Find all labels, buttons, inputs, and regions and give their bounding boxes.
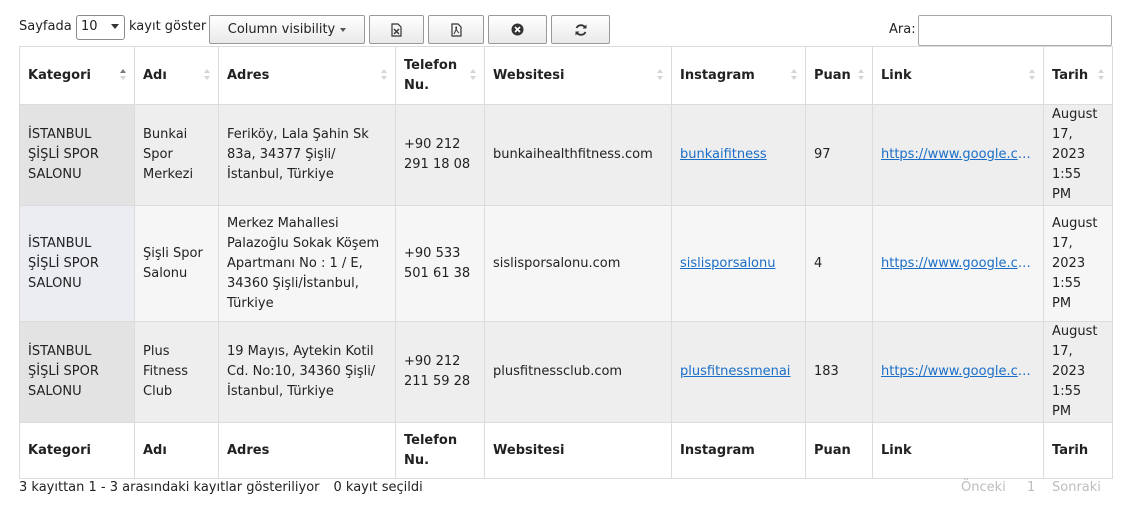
export-excel-button[interactable] [369, 15, 424, 44]
chevron-down-icon [111, 24, 119, 29]
cell-adres: Merkez Mahallesi Palazoğlu Sokak Köşem A… [218, 205, 396, 322]
maps-link[interactable]: https://www.google.com/maps [881, 254, 1035, 274]
column-header-instagram[interactable]: Instagram [671, 46, 806, 105]
column-header-tarih[interactable]: Tarih [1043, 46, 1113, 105]
cell-puan: 97 [805, 104, 873, 206]
cell-link: https://www.google.com/maps [872, 104, 1044, 206]
cell-websitesi: plusfitnessclub.com [484, 321, 672, 423]
cell-instagram: plusfitnessmenai [671, 321, 806, 423]
column-header-kategori[interactable]: Kategori [19, 46, 135, 105]
records-summary: 3 kayıttan 1 - 3 arasındaki kayıtlar gös… [19, 480, 320, 495]
table-toolbar: Sayfada 10 kayıt göster Column visibilit… [0, 0, 1145, 47]
clear-filter-button[interactable] [488, 15, 547, 44]
cell-kategori: İSTANBUL ŞİŞLİ SPOR SALONU [19, 321, 135, 423]
file-pdf-icon [450, 22, 462, 37]
search-label: Ara: [889, 22, 916, 37]
cell-kategori: İSTANBUL ŞİŞLİ SPOR SALONU [19, 205, 135, 322]
sort-icon [858, 69, 866, 83]
maps-link[interactable]: https://www.google.com/maps [881, 145, 1035, 165]
maps-link[interactable]: https://www.google.com/maps [881, 362, 1035, 382]
instagram-link[interactable]: sislisporsalonu [680, 254, 797, 274]
header-row: Kategori Adı Adres Telefon Nu. Websitesi… [19, 46, 1113, 105]
cell-telefon: +90 212 291 18 08 [395, 104, 485, 206]
sort-icon [791, 69, 799, 83]
sort-icon [204, 69, 212, 83]
cell-puan: 4 [805, 205, 873, 322]
table-info: 3 kayıttan 1 - 3 arasındaki kayıtlar gös… [19, 480, 423, 495]
length-prefix-label: Sayfada [19, 19, 72, 34]
cell-telefon: +90 212 211 59 28 [395, 321, 485, 423]
selected-count: 0 kayıt seçildi [333, 480, 423, 495]
export-pdf-button[interactable] [428, 15, 484, 44]
footer-adres: Adres [218, 422, 396, 479]
sort-icon [381, 69, 389, 83]
column-header-link[interactable]: Link [872, 46, 1044, 105]
cell-adres: Feriköy, Lala Şahin Sk 83a, 34377 Şişli/… [218, 104, 396, 206]
footer-adi: Adı [134, 422, 219, 479]
cell-telefon: +90 533 501 61 38 [395, 205, 485, 322]
data-table: Kategori Adı Adres Telefon Nu. Websitesi… [19, 46, 1113, 479]
cell-adi: Şişli Spor Salonu [134, 205, 219, 322]
next-page-button[interactable]: Sonraki [1052, 480, 1101, 495]
table-row[interactable]: İSTANBUL ŞİŞLİ SPOR SALONU Şişli Spor Sa… [19, 205, 1113, 322]
cell-tarih: August 17, 2023 1:55 PM [1043, 321, 1113, 423]
sort-icon [470, 69, 478, 83]
cell-instagram: bunkaifitness [671, 104, 806, 206]
column-header-websitesi[interactable]: Websitesi [484, 46, 672, 105]
footer-row: Kategori Adı Adres Telefon Nu. Websitesi… [19, 422, 1113, 479]
close-circle-icon [511, 23, 524, 36]
page-1-button[interactable]: 1 [1027, 480, 1035, 495]
column-header-puan[interactable]: Puan [805, 46, 873, 105]
table-row[interactable]: İSTANBUL ŞİŞLİ SPOR SALONU Bunkai Spor M… [19, 104, 1113, 206]
footer-websitesi: Websitesi [484, 422, 672, 479]
footer-telefon: Telefon Nu. [395, 422, 485, 479]
cell-tarih: August 17, 2023 1:55 PM [1043, 104, 1113, 206]
footer-puan: Puan [805, 422, 873, 479]
page-length-value: 10 [81, 19, 98, 34]
caret-down-icon [340, 27, 347, 32]
cell-websitesi: sislisporsalonu.com [484, 205, 672, 322]
footer-link: Link [872, 422, 1044, 479]
sort-icon [657, 69, 665, 83]
refresh-icon [575, 23, 586, 36]
previous-page-button[interactable]: Önceki [961, 480, 1006, 495]
cell-kategori: İSTANBUL ŞİŞLİ SPOR SALONU [19, 104, 135, 206]
cell-link: https://www.google.com/maps [872, 205, 1044, 322]
instagram-link[interactable]: plusfitnessmenai [680, 362, 797, 382]
footer-tarih: Tarih [1043, 422, 1113, 479]
footer-kategori: Kategori [19, 422, 135, 479]
cell-link: https://www.google.com/maps [872, 321, 1044, 423]
sort-icon [1029, 69, 1037, 83]
search-input[interactable] [918, 15, 1112, 46]
column-visibility-button[interactable]: Column visibility [209, 15, 365, 44]
length-suffix-label: kayıt göster [129, 19, 207, 34]
column-header-adi[interactable]: Adı [134, 46, 219, 105]
refresh-button[interactable] [551, 15, 610, 44]
cell-websitesi: bunkaihealthfitness.com [484, 104, 672, 206]
file-excel-icon [391, 22, 402, 37]
column-header-telefon[interactable]: Telefon Nu. [395, 46, 485, 105]
column-visibility-label: Column visibility [227, 22, 336, 37]
footer-instagram: Instagram [671, 422, 806, 479]
sort-icon [1098, 69, 1106, 83]
cell-tarih: August 17, 2023 1:55 PM [1043, 205, 1113, 322]
sort-asc-icon [120, 69, 128, 83]
cell-instagram: sislisporsalonu [671, 205, 806, 322]
page-length-select[interactable]: 10 [76, 15, 125, 40]
instagram-link[interactable]: bunkaifitness [680, 145, 797, 165]
cell-adres: 19 Mayıs, Aytekin Kotil Cd. No:10, 34360… [218, 321, 396, 423]
table-row[interactable]: İSTANBUL ŞİŞLİ SPOR SALONU Plus Fitness … [19, 321, 1113, 423]
cell-puan: 183 [805, 321, 873, 423]
cell-adi: Plus Fitness Club [134, 321, 219, 423]
cell-adi: Bunkai Spor Merkezi [134, 104, 219, 206]
column-header-adres[interactable]: Adres [218, 46, 396, 105]
